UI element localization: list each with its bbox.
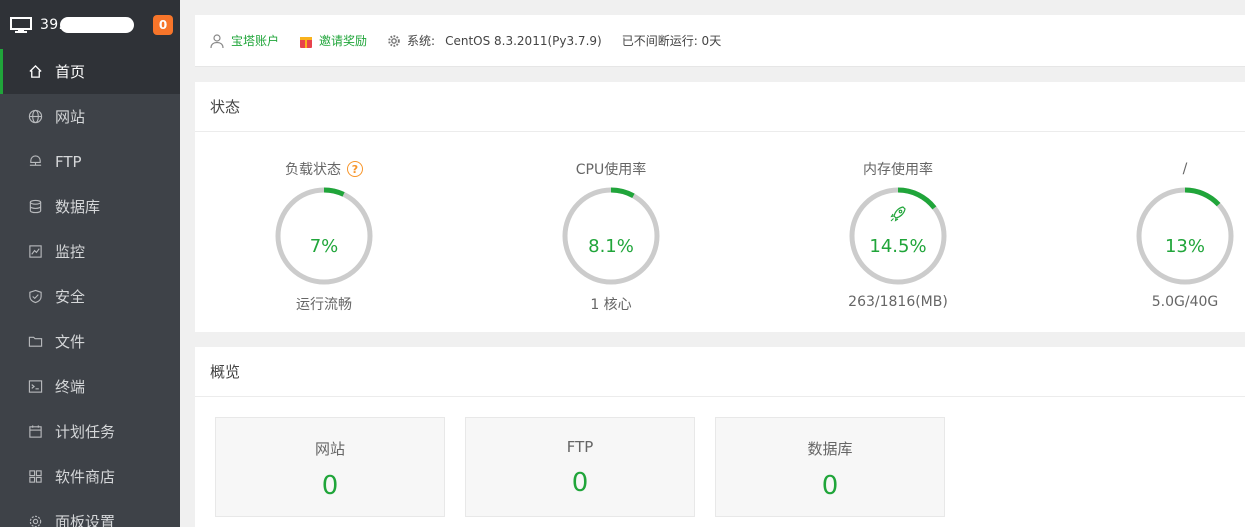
help-icon[interactable]: ?: [347, 161, 363, 177]
grid-apps-icon: [27, 469, 43, 485]
gauge-value: 8.1%: [588, 236, 634, 257]
sidebar-item-home[interactable]: 首页: [0, 49, 180, 94]
gauge-title: 内存使用率: [798, 158, 998, 180]
sidebar-item-label: FTP: [55, 152, 82, 171]
overview-card-label: 数据库: [807, 440, 853, 458]
system-info: 系统: CentOS 8.3.2011(Py3.7.9): [387, 32, 602, 49]
sidebar-item-label: 计划任务: [55, 423, 116, 441]
top-info-bar: 宝塔账户 邀请奖励 系统: CentOS 8.3.2011(Py3.7.9) 已…: [195, 15, 1245, 67]
folder-icon: [27, 334, 43, 350]
sidebar-item-label: 监控: [55, 243, 86, 261]
gear-icon: [388, 34, 400, 47]
sidebar-item-label: 终端: [55, 378, 86, 396]
overview-card-label: 网站: [314, 440, 345, 458]
notification-badge[interactable]: 0: [153, 15, 173, 35]
overview-title: 概览: [195, 347, 1245, 397]
sidebar-menu: 首页 网站 FTP 数据库 监控 安全 文件 终端 计划任务 软件商店 面板设置: [0, 49, 180, 527]
overview-card-label: FTP: [566, 438, 594, 456]
monitor-icon: [10, 16, 32, 33]
rocket-icon[interactable]: [889, 205, 907, 223]
sidebar-item-website[interactable]: 网站: [0, 94, 180, 139]
gauge-subtitle: 263/1816(MB): [848, 294, 948, 310]
sidebar-item-security[interactable]: 安全: [0, 274, 180, 319]
user-icon: [210, 33, 224, 48]
home-icon: [27, 64, 43, 80]
ftp-icon: [27, 154, 43, 170]
gauge-title: /: [1085, 158, 1245, 180]
gift-icon: [300, 36, 313, 48]
system-label: 系统:: [407, 34, 436, 48]
gauge-cpu[interactable]: CPU使用率 8.1% 1 核心: [511, 158, 711, 314]
uptime-text: 已不间断运行: 0天: [621, 34, 722, 48]
gauge-title: CPU使用率: [511, 158, 711, 180]
gauge-disk[interactable]: / 13% 5.0G/40G: [1085, 158, 1245, 310]
gauge-title-text: /: [1182, 161, 1188, 177]
status-panel: 状态 负载状态 ? 7% 运行流畅 CPU使用率 8.1% 1 核心 内存使用率: [195, 82, 1245, 332]
gauge-load[interactable]: 负载状态 ? 7% 运行流畅: [224, 158, 424, 314]
monitor-chart-icon: [27, 244, 43, 260]
sidebar-item-ftp[interactable]: FTP: [0, 139, 180, 184]
sidebar-item-label: 数据库: [55, 198, 101, 216]
gauge-subtitle: 1 核心: [590, 297, 632, 313]
overview-card-value[interactable]: 0: [466, 468, 694, 498]
gauge-title-text: 内存使用率: [863, 162, 933, 178]
sidebar-item-label: 软件商店: [55, 468, 116, 486]
gear-icon: [27, 514, 43, 527]
overview-card-value[interactable]: 0: [716, 471, 944, 501]
gauge-title-text: 负载状态: [285, 162, 341, 178]
ip-redaction: [60, 17, 134, 33]
sidebar-item-label: 面板设置: [55, 513, 116, 527]
status-title: 状态: [195, 82, 1245, 132]
sidebar-item-terminal[interactable]: 终端: [0, 364, 180, 409]
globe-icon: [27, 109, 43, 125]
sidebar-item-label: 安全: [55, 288, 86, 306]
sidebar-item-store[interactable]: 软件商店: [0, 454, 180, 499]
calendar-icon: [27, 424, 43, 440]
gauge-subtitle: 运行流畅: [296, 297, 352, 313]
sidebar-item-cron[interactable]: 计划任务: [0, 409, 180, 454]
shield-icon: [27, 289, 43, 305]
sidebar-item-files[interactable]: 文件: [0, 319, 180, 364]
gauge-value: 14.5%: [869, 236, 927, 257]
gauge-title-text: CPU使用率: [575, 162, 647, 178]
sidebar-item-monitor[interactable]: 监控: [0, 229, 180, 274]
sidebar-item-database[interactable]: 数据库: [0, 184, 180, 229]
overview-card-value[interactable]: 0: [216, 471, 444, 501]
invite-link[interactable]: 邀请奖励: [299, 32, 367, 49]
account-label: 宝塔账户: [231, 34, 280, 48]
uptime-info: 已不间断运行: 0天: [622, 32, 722, 49]
overview-card-ftp[interactable]: FTP 0: [465, 417, 695, 517]
overview-card-website[interactable]: 网站 0: [215, 417, 445, 517]
sidebar-item-label: 首页: [55, 63, 86, 81]
gauge-value: 7%: [309, 236, 339, 257]
account-link[interactable]: 宝塔账户: [209, 32, 279, 49]
sidebar-item-settings[interactable]: 面板设置: [0, 499, 180, 527]
sidebar-item-label: 文件: [55, 333, 86, 351]
invite-label: 邀请奖励: [319, 34, 368, 48]
system-value: CentOS 8.3.2011(Py3.7.9): [445, 33, 602, 48]
gauge-value: 13%: [1164, 236, 1205, 257]
overview-card-database[interactable]: 数据库 0: [715, 417, 945, 517]
terminal-icon: [27, 379, 43, 395]
gauge-title: 负载状态 ?: [224, 158, 424, 180]
overview-panel: 概览 网站 0 FTP 0 数据库 0: [195, 347, 1245, 527]
database-icon: [27, 199, 43, 215]
server-brand[interactable]: 39.96. 0: [0, 0, 180, 49]
sidebar: 39.96. 0 首页 网站 FTP 数据库: [0, 0, 180, 527]
sidebar-item-label: 网站: [55, 108, 86, 126]
gauge-subtitle: 5.0G/40G: [1151, 294, 1219, 310]
gauge-memory[interactable]: 内存使用率 14.5% 263/1816(MB): [798, 158, 998, 310]
